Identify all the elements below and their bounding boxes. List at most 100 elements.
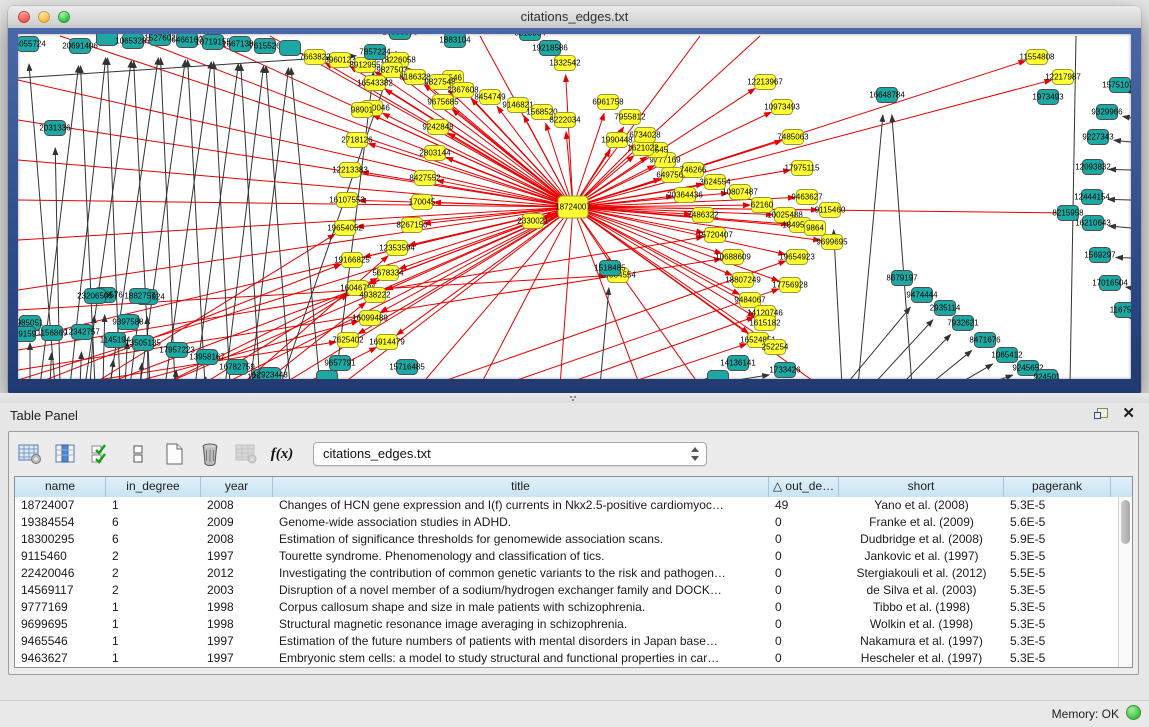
graph-node[interactable]: 9657791 — [324, 356, 356, 371]
graph-node[interactable]: 17016504 — [1092, 276, 1128, 291]
column-header-pagerank[interactable]: pagerank — [1004, 477, 1111, 497]
graph-node[interactable]: 1156869 — [37, 326, 68, 341]
citation-network-graph[interactable]: 2330021271812612213383161075531965405219… — [18, 34, 1131, 379]
graph-node[interactable]: 9227343 — [1082, 130, 1114, 145]
function-builder-icon[interactable]: f(x) — [269, 441, 295, 467]
graph-node[interactable]: 252254 — [762, 340, 789, 355]
graph-node[interactable] — [708, 371, 729, 380]
graph-node[interactable]: 98901 — [351, 103, 374, 118]
select-rows-icon[interactable] — [89, 441, 115, 467]
graph-node[interactable]: 1733426 — [769, 363, 801, 378]
graph-node[interactable]: 12213967 — [747, 75, 783, 90]
graph-node[interactable]: 1883104 — [439, 34, 471, 48]
graph-node[interactable]: 8454749 — [474, 90, 506, 105]
graph-node[interactable]: 20691406 — [62, 39, 98, 54]
graph-node[interactable]: 9699695 — [816, 235, 848, 250]
graph-node[interactable]: 9242848 — [422, 120, 454, 135]
table-row[interactable]: 946362711997Embryonic stem cells: a mode… — [15, 650, 1118, 667]
graph-node[interactable]: 8267150 — [396, 218, 428, 233]
table-row[interactable]: 2242004622012Investigating the contribut… — [15, 565, 1118, 582]
graph-node[interactable]: 7486322 — [687, 208, 719, 223]
column-header-short[interactable]: short — [839, 477, 1004, 497]
import-table-disabled-icon[interactable] — [233, 441, 259, 467]
graph-node[interactable]: 16914479 — [369, 335, 405, 350]
graph-node[interactable]: 1615182 — [749, 316, 781, 331]
graph-node[interactable]: 16033809 — [382, 34, 418, 40]
graph-node[interactable]: 12213383 — [332, 163, 368, 178]
graph-node[interactable]: 16107553 — [329, 193, 365, 208]
column-header-name[interactable]: name — [15, 477, 106, 497]
graph-node[interactable]: 17975115 — [785, 161, 821, 176]
column-chooser-icon[interactable] — [53, 441, 79, 467]
table-row[interactable]: 1830029562008Estimation of significance … — [15, 531, 1118, 548]
window-titlebar[interactable]: citations_edges.txt — [8, 6, 1141, 29]
graph-node[interactable]: 9474444 — [906, 288, 938, 303]
graph-node[interactable]: 10807487 — [722, 185, 758, 200]
graph-node[interactable]: 1167534 — [1110, 303, 1131, 318]
graph-node[interactable]: 16648784 — [869, 88, 905, 103]
graph-node[interactable]: 12353594 — [379, 241, 415, 256]
graph-node[interactable]: 15751074 — [1102, 78, 1131, 93]
graph-node[interactable]: 4938222 — [359, 288, 391, 303]
network-canvas[interactable]: 2330021271812612213383161075531965405219… — [18, 34, 1131, 379]
graph-node[interactable]: 1332542 — [549, 56, 581, 71]
table-vertical-scrollbar[interactable] — [1118, 497, 1132, 667]
graph-node[interactable]: 8427552 — [409, 171, 441, 186]
graph-node[interactable]: 746266 — [680, 163, 707, 178]
graph-node[interactable]: 8222034 — [549, 113, 581, 128]
graph-node[interactable]: 1065412 — [991, 348, 1023, 363]
table-row[interactable]: 969969511998Structural magnetic resonanc… — [15, 616, 1118, 633]
table-row[interactable]: 1456911722003Disruption of a novel membe… — [15, 582, 1118, 599]
graph-node[interactable]: 20364436 — [667, 188, 703, 203]
graph-node[interactable]: 924501 — [1034, 370, 1061, 380]
scrollbar-thumb[interactable] — [1121, 500, 1130, 544]
delete-table-icon[interactable] — [197, 441, 223, 467]
graph-node[interactable]: 14055724 — [18, 37, 46, 52]
table-row[interactable]: 946554611997Estimation of the future num… — [15, 633, 1118, 650]
graph-node[interactable]: 39159 — [18, 327, 37, 342]
close-panel-icon[interactable]: ✕ — [1122, 407, 1135, 421]
graph-node[interactable]: 15716485 — [389, 360, 425, 375]
graph-node[interactable]: 18724007 — [555, 196, 591, 218]
graph-node[interactable]: 12217987 — [1045, 70, 1081, 85]
graph-node[interactable]: 1569297 — [1084, 248, 1116, 263]
new-table-icon[interactable] — [161, 441, 187, 467]
graph-node[interactable]: 19654923 — [779, 250, 815, 265]
table-row[interactable]: 1938455462009Genome-wide association stu… — [15, 514, 1118, 531]
panel-splitter[interactable] — [0, 393, 1149, 403]
graph-node[interactable]: 15720407 — [697, 228, 733, 243]
graph-node[interactable]: 2935114 — [930, 301, 961, 316]
graph-node[interactable]: 8679197 — [886, 271, 918, 286]
graph-node[interactable]: 18807249 — [725, 273, 761, 288]
graph-node[interactable]: 6734028 — [629, 128, 661, 143]
table-select-dropdown[interactable]: citations_edges.txt — [313, 442, 707, 466]
graph-node[interactable]: 9397588 — [112, 315, 144, 330]
graph-node[interactable]: 10688609 — [715, 250, 751, 265]
graph-node[interactable]: 7625402 — [332, 333, 364, 348]
table-settings-icon[interactable] — [17, 441, 43, 467]
column-header-out_de[interactable]: △ out_de… — [769, 477, 839, 497]
graph-node[interactable]: 2718126 — [341, 133, 373, 148]
graph-node[interactable] — [317, 371, 338, 380]
graph-node[interactable] — [280, 41, 301, 56]
graph-node[interactable]: 9115460 — [815, 203, 846, 218]
column-header-title[interactable]: title — [273, 477, 769, 497]
graph-node[interactable]: 12444154 — [1074, 190, 1110, 205]
column-header-year[interactable]: year — [201, 477, 273, 497]
graph-node[interactable]: 8471676 — [969, 333, 1001, 348]
graph-node[interactable]: 17756928 — [772, 278, 808, 293]
graph-node[interactable]: 14136141 — [720, 356, 756, 371]
float-panel-icon[interactable] — [1094, 408, 1108, 421]
graph-node[interactable]: 8813054 — [514, 34, 546, 41]
graph-node[interactable]: 19218586 — [532, 41, 568, 56]
table-row[interactable]: 1872400712008Changes of HCN gene express… — [15, 497, 1118, 514]
table-row[interactable]: 911546021997Tourette syndrome. Phenomeno… — [15, 548, 1118, 565]
graph-node[interactable]: 16210643 — [1075, 216, 1111, 231]
graph-node[interactable]: 9864 — [805, 221, 826, 236]
table-row[interactable]: 977716911998Corpus callosum shape and si… — [15, 599, 1118, 616]
graph-node[interactable]: 7615526 — [249, 39, 281, 54]
graph-node[interactable]: 7485063 — [777, 130, 809, 145]
graph-node[interactable]: 7932621 — [947, 316, 979, 331]
graph-node[interactable]: 9463627 — [791, 190, 823, 205]
graph-node[interactable]: 10973493 — [764, 100, 800, 115]
